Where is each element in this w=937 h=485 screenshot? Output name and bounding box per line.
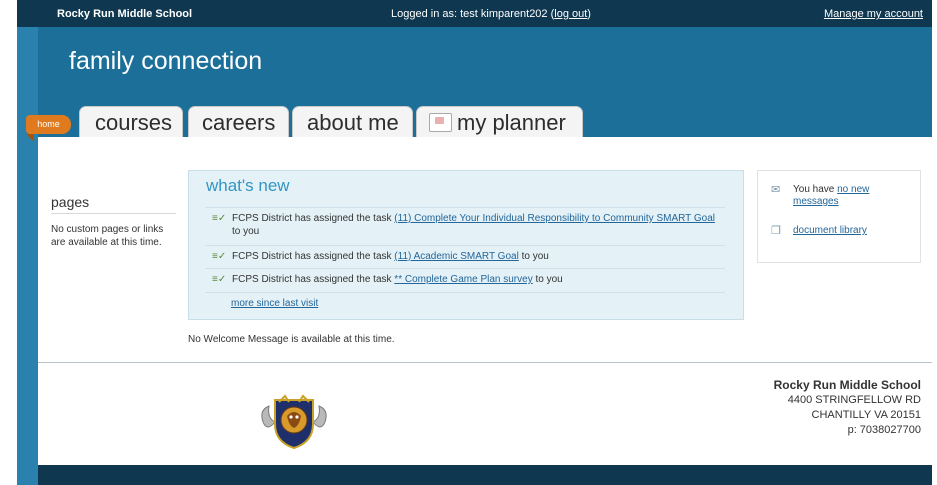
tab-about-me[interactable]: about me (292, 106, 413, 137)
tab-about-me-label: about me (307, 110, 399, 135)
messages-text: You have (793, 184, 838, 195)
tab-my-planner[interactable]: my planner (416, 106, 583, 137)
home-tab[interactable]: home (26, 115, 71, 134)
school-crest-logo (261, 394, 327, 450)
task-text: FCPS District has assigned the task (232, 274, 395, 285)
task-list-icon: ≡✓ (212, 251, 227, 262)
bottom-bar (38, 465, 932, 485)
documents-icon: ❐ (771, 225, 781, 237)
home-tab-fold (26, 134, 34, 142)
more-since-last-visit-link[interactable]: more since last visit (231, 298, 318, 309)
pages-divider (51, 213, 176, 214)
document-library-link[interactable]: document library (793, 225, 867, 236)
logout-link[interactable]: log out (554, 8, 587, 20)
footer-school-name: Rocky Run Middle School (773, 378, 921, 392)
tab-courses[interactable]: courses (79, 106, 183, 137)
list-item: ≡✓ FCPS District has assigned the task (… (205, 207, 725, 238)
task-text: FCPS District has assigned the task (232, 251, 395, 262)
top-bar: Rocky Run Middle School Logged in as: te… (17, 0, 932, 27)
tab-careers[interactable]: careers (188, 106, 289, 137)
task-list-icon: ≡✓ (212, 213, 227, 224)
footer-city: CHANTILLY VA 20151 (811, 409, 921, 421)
task-link[interactable]: (11) Complete Your Individual Responsibi… (394, 213, 715, 224)
task-suffix: to you (518, 251, 549, 262)
tab-careers-label: careers (202, 110, 276, 135)
list-item: ≡✓ FCPS District has assigned the task *… (205, 268, 725, 286)
envelope-icon: ✉ (771, 184, 781, 196)
tab-my-planner-label: my planner (457, 110, 566, 135)
school-address: Rocky Run Middle School 4400 STRINGFELLO… (774, 378, 921, 438)
pages-empty-text: No custom pages or links are available a… (51, 224, 164, 248)
messages-row: ✉ You have no new messages (771, 184, 916, 210)
task-suffix: to you (532, 274, 563, 285)
task-list-icon: ≡✓ (212, 274, 227, 285)
task-link[interactable]: ** Complete Game Plan survey (394, 274, 532, 285)
planner-icon (429, 113, 452, 132)
login-text: Logged in as: test kimparent202 ( (391, 8, 555, 20)
task-text: FCPS District has assigned the task (232, 213, 395, 224)
library-row: ❐ document library (771, 225, 916, 239)
tab-courses-label: courses (95, 110, 173, 135)
pages-heading: pages (51, 194, 90, 210)
login-status: Logged in as: test kimparent202 (log out… (391, 8, 591, 20)
manage-account-link[interactable]: Manage my account (824, 8, 923, 20)
welcome-message: No Welcome Message is available at this … (188, 334, 395, 345)
list-item: ≡✓ FCPS District has assigned the task (… (205, 245, 725, 263)
login-text-suffix: ) (587, 8, 591, 20)
task-suffix: to you (232, 226, 260, 237)
school-name: Rocky Run Middle School (57, 8, 193, 20)
footer-street: 4400 STRINGFELLOW RD (787, 394, 921, 406)
brand-title: family connection (69, 47, 263, 75)
more-row: more since last visit (205, 292, 725, 309)
footer-phone: p: 7038027700 (847, 424, 921, 436)
whats-new-heading: what's new (206, 176, 290, 195)
left-strip (17, 27, 38, 485)
task-link[interactable]: (11) Academic SMART Goal (394, 251, 519, 262)
